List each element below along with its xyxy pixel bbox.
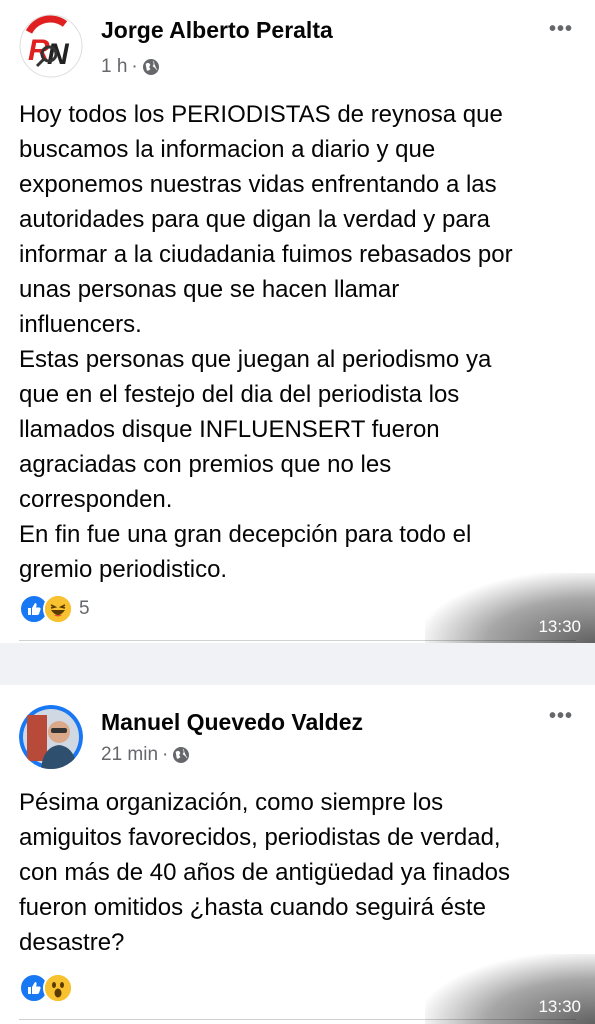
author-name[interactable]: Manuel Quevedo Valdez [101, 709, 363, 736]
message-timestamp: 13:30 [538, 997, 581, 1016]
reactions-summary[interactable] [19, 973, 73, 1003]
author-name[interactable]: Jorge Alberto Peralta [101, 17, 333, 44]
message-timestamp: 13:30 [538, 617, 581, 636]
reaction-count: 5 [79, 598, 90, 619]
post-text: Hoy todos los PERIODISTAS de reynosa que… [19, 101, 513, 583]
post-text: Pésima organización, como siempre los am… [19, 789, 511, 956]
meta-separator: · [131, 56, 138, 77]
avatar[interactable] [19, 705, 83, 769]
post-meta: 1 h · [101, 56, 160, 78]
post-separator [0, 643, 595, 685]
globe-icon [142, 58, 160, 76]
author-logo-icon: R N [19, 14, 83, 78]
post-time[interactable]: 1 h [101, 56, 127, 78]
haha-icon [43, 594, 73, 624]
post-card: Manuel Quevedo Valdez 21 min · ••• Pésim… [0, 685, 595, 1024]
meta-separator: · [162, 744, 169, 765]
globe-icon [172, 746, 190, 764]
author-photo-icon [19, 705, 83, 769]
svg-text:N: N [47, 38, 70, 71]
more-options-button[interactable]: ••• [549, 18, 573, 41]
post-meta: 21 min · [101, 744, 190, 766]
avatar[interactable]: R N [19, 14, 83, 78]
reactions-summary[interactable]: 5 [19, 594, 90, 624]
more-options-button[interactable]: ••• [549, 705, 573, 728]
post-time[interactable]: 21 min [101, 744, 158, 766]
wow-icon [43, 973, 73, 1003]
post-card: R N Jorge Alberto Peralta 1 h · ••• Hoy … [0, 0, 595, 643]
